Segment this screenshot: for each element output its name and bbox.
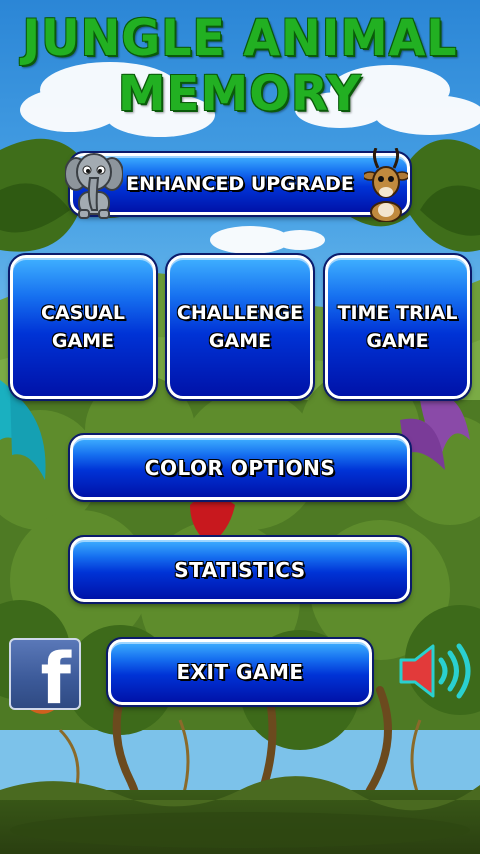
elephant-icon [65, 153, 123, 219]
game-title-line1: JUNGLE ANIMAL [22, 9, 458, 67]
time-trial-game-label: TIME TRIAL GAME [337, 302, 458, 352]
game-title-line2: MEMORY [117, 66, 363, 122]
challenge-game-label: CHALLENGE GAME [176, 302, 304, 352]
casual-game-button[interactable]: CASUAL GAME [8, 253, 158, 401]
exit-game-button[interactable]: EXIT GAME [106, 637, 374, 707]
facebook-icon[interactable]: f [9, 638, 81, 710]
antelope-icon [364, 148, 408, 222]
enhanced-upgrade-label: ENHANCED UPGRADE [126, 173, 354, 195]
color-options-button[interactable]: COLOR OPTIONS [68, 433, 412, 502]
casual-game-label: CASUAL GAME [41, 302, 125, 352]
time-trial-game-button[interactable]: TIME TRIAL GAME [323, 253, 472, 401]
color-options-label: COLOR OPTIONS [144, 455, 336, 480]
statistics-button[interactable]: STATISTICS [68, 535, 412, 604]
statistics-label: STATISTICS [174, 557, 306, 582]
challenge-game-button[interactable]: CHALLENGE GAME [165, 253, 315, 401]
speaker-icon[interactable] [397, 640, 471, 702]
jungle-background [0, 0, 480, 854]
facebook-letter: f [40, 638, 71, 710]
exit-game-label: EXIT GAME [176, 660, 304, 684]
